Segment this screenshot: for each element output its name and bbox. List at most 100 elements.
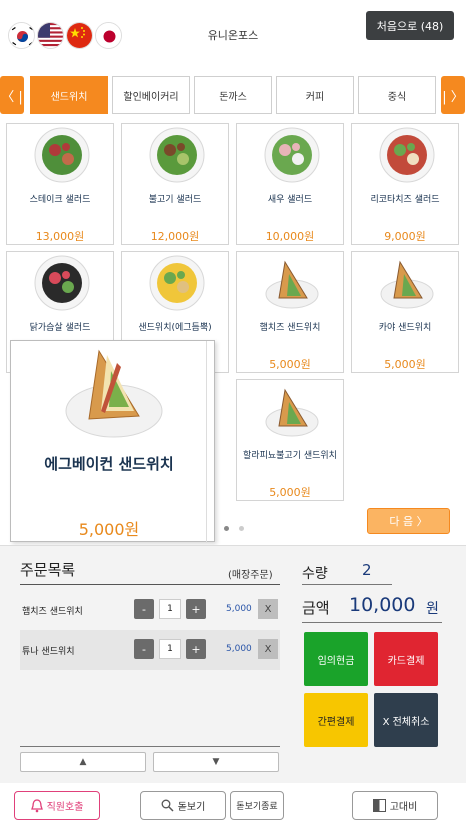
header: 유니온포스 처음으로 (48) [0,0,466,70]
menu-item-price: 10,000원 [265,230,315,243]
order-item-price: 5,000 [226,604,252,614]
increase-qty-button[interactable]: + [186,639,206,659]
order-type: (매장주문) [228,570,273,581]
order-item-name: 튜나 샌드위치 [22,647,75,657]
china-flag-icon[interactable] [66,22,93,49]
category-tabs: 〈 | 샌드위치 할인베이커리 돈까스 커피 중식 | 〉 [0,76,466,114]
currency-label: 원 [426,601,439,617]
korea-flag-icon[interactable] [8,22,35,49]
scroll-up-button[interactable]: ▲ [20,752,146,772]
staff-call-button[interactable]: 직원호출 [14,791,100,820]
high-contrast-button[interactable]: 고대비 [352,791,438,820]
popup-panel: 에그베이컨 샌드위치 5,000원 [11,341,207,543]
usa-flag-icon[interactable] [37,22,64,49]
tab-coffee[interactable]: 커피 [276,76,354,114]
store-name: 유니온포스 [207,29,259,42]
menu-item-price: 13,000원 [35,230,85,243]
popup-item-price: 5,000원 [78,520,140,539]
menu-item-name: 샌드위치(에그듬뿍) [138,323,212,333]
tab-prev-button[interactable]: 〈 | [0,76,24,114]
increase-qty-button[interactable]: + [186,599,206,619]
zoom-button[interactable]: 돋보기 [140,791,226,820]
zoom-label: 돋보기 [177,802,206,813]
menu-item-image [149,127,205,183]
tab-discount-bakery[interactable]: 할인베이커리 [112,76,190,114]
menu-item-card[interactable]: 리코타치즈 샐러드 9,000원 [351,123,459,245]
item-detail-popup[interactable]: 에그베이컨 샌드위치 5,000원 [10,340,215,543]
quantity-value: 2 [362,561,372,579]
menu-item-price: 5,000원 [269,486,311,499]
menu-item-name: 닭가슴살 샐러드 [29,323,91,333]
bell-icon [30,798,43,812]
menu-item-name: 햄치즈 샌드위치 [259,323,321,333]
menu-item-card[interactable]: 햄치즈 샌드위치 5,000원 [236,251,344,373]
decrease-qty-button[interactable]: - [134,639,154,659]
menu-item-name: 카야 샌드위치 [378,323,432,333]
zoom-end-button[interactable]: 돋보기종료 [230,791,284,820]
menu-item-image [149,255,205,311]
cancel-all-button[interactable]: X 전체취소 [374,693,438,747]
menu-item-price: 5,000원 [384,358,426,371]
order-list-title: 주문목록 [20,561,76,579]
tab-next-button[interactable]: | 〉 [441,76,465,114]
contrast-icon [372,799,386,812]
card-payment-button[interactable]: 카드결제 [374,632,438,686]
qty-value: 1 [159,599,181,619]
page-dot-active [224,526,229,531]
high-contrast-label: 고대비 [389,802,418,813]
amount-value: 10,000 [349,594,416,616]
menu-item-image [380,260,434,309]
magnifier-icon [161,799,174,812]
menu-item-price: 12,000원 [150,230,200,243]
footer: 직원호출 돋보기 돋보기종료 고대비 [0,783,466,825]
japan-flag-icon[interactable] [95,22,122,49]
popup-item-name: 에그베이컨 샌드위치 [44,455,174,473]
menu-item-image [379,127,435,183]
order-item-price: 5,000 [226,644,252,654]
menu-item-price: 5,000원 [269,358,311,371]
cash-payment-button[interactable]: 임의현금 [304,632,368,686]
menu-item-card[interactable]: 스테이크 샐러드 13,000원 [6,123,114,245]
amount-label: 금액 [302,599,330,617]
menu-item-card[interactable]: 불고기 샐러드 12,000원 [121,123,229,245]
restart-button[interactable]: 처음으로 (48) [366,11,454,40]
order-item-name: 햄치즈 샌드위치 [22,607,83,617]
menu-item-name: 할라피뇨불고기 샌드위치 [243,451,337,461]
divider [20,584,280,585]
menu-item-image [264,127,320,183]
divider [20,746,280,747]
menu-item-name: 리코타치즈 샐러드 [370,195,440,205]
page-dot [239,526,245,531]
page-indicator [224,516,249,535]
egg-bacon-sandwich-image [65,349,163,438]
menu-item-card[interactable]: 카야 샌드위치 5,000원 [351,251,459,373]
divider [302,584,392,585]
easy-payment-button[interactable]: 간편결제 [304,693,368,747]
remove-item-button[interactable]: X [258,599,278,619]
order-row: 햄치즈 샌드위치 - 1 + 5,000 X [20,590,280,630]
order-area: 주문목록 (매장주문) 햄치즈 샌드위치 - 1 + 5,000 X 튜나 샌드… [0,545,466,783]
remove-item-button[interactable]: X [258,639,278,659]
tab-sandwich[interactable]: 샌드위치 [30,76,108,114]
qty-value: 1 [159,639,181,659]
quantity-label: 수량 [302,566,328,582]
staff-call-label: 직원호출 [46,802,84,813]
menu-item-name: 새우 샐러드 [267,195,313,205]
divider [302,622,442,623]
menu-item-name: 불고기 샐러드 [148,195,202,205]
menu-item-image [34,127,90,183]
order-row: 튜나 샌드위치 - 1 + 5,000 X [20,630,280,670]
tab-chinese[interactable]: 중식 [358,76,436,114]
next-page-button[interactable]: 다 음 〉 [367,508,450,534]
menu-item-name: 스테이크 샐러드 [29,195,91,205]
kiosk-app: 유니온포스 처음으로 (48) 〈 | 샌드위치 할인베이커리 돈까스 커피 중… [0,0,466,825]
menu-item-card[interactable]: 새우 샐러드 10,000원 [236,123,344,245]
menu-item-image [265,260,319,309]
menu-item-card[interactable]: 할라피뇨불고기 샌드위치 5,000원 [236,379,344,501]
decrease-qty-button[interactable]: - [134,599,154,619]
tab-donkatsu[interactable]: 돈까스 [194,76,272,114]
menu-item-image [34,255,90,311]
menu-item-image [265,388,319,437]
menu-item-price: 9,000원 [384,230,426,243]
scroll-down-button[interactable]: ▼ [153,752,279,772]
